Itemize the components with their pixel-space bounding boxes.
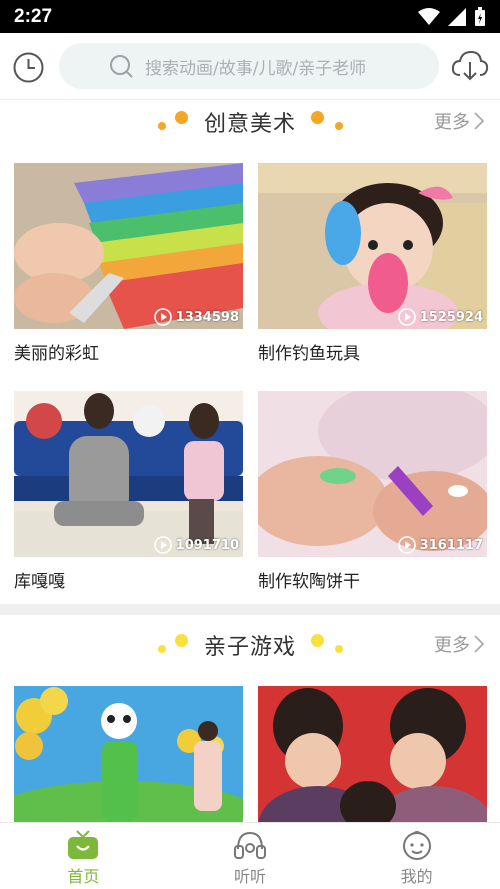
video-thumbnail [14,686,243,822]
more-link[interactable]: 更多 [434,631,484,657]
play-circle-icon [397,308,416,326]
section-header-games: 亲子游戏 更多 [0,623,500,678]
more-link[interactable]: 更多 [434,108,484,134]
tab-label: 首页 [67,867,100,886]
play-count: 1334598 [153,308,239,326]
video-title: 制作软陶饼干 [258,572,360,592]
clock-icon[interactable] [12,51,45,84]
video-card[interactable]: 3161117 制作软陶饼干 [258,391,487,592]
video-thumbnail: 1091710 [14,391,243,557]
chevron-right-icon [474,112,484,130]
play-count: 3161117 [397,536,483,554]
section-title: 创意美术 [203,112,296,137]
status-icons [418,6,486,27]
search-placeholder: 搜索动画/故事/儿歌/亲子老师 [145,58,367,79]
video-title: 库嘎嘎 [14,572,65,592]
status-time: 2:27 [14,5,53,27]
clay-cookie-thumbnail [258,391,487,557]
headphones-icon [234,831,266,859]
tab-listen[interactable]: 听听 [167,823,334,889]
video-card[interactable] [258,686,487,822]
video-card[interactable]: 1525924 制作钓鱼玩具 [258,163,487,364]
decor-dot [311,111,324,124]
play-count: 1091710 [153,536,239,554]
rainbow-paper-thumbnail [14,163,243,329]
parent-child-thumbnail [14,391,243,557]
video-card[interactable]: 1334598 美丽的彩虹 [14,163,243,364]
play-circle-icon [153,308,172,326]
section-header-art: 创意美术 更多 [0,100,500,155]
section-divider [0,604,500,615]
status-bar: 2:27 [0,0,500,33]
tab-label: 听听 [234,867,267,886]
decor-dot [335,122,343,130]
video-title: 美丽的彩虹 [14,344,99,364]
tab-mine[interactable]: 我的 [333,823,500,889]
chevron-right-icon [474,635,484,653]
tab-label: 我的 [400,867,433,886]
signal-icon [448,7,466,26]
fish-toy-thumbnail [258,163,487,329]
video-thumbnail: 1334598 [14,163,243,329]
top-header: 搜索动画/故事/儿歌/亲子老师 [0,33,500,100]
play-count-value: 1525924 [419,309,483,325]
more-label: 更多 [434,112,470,133]
cloud-download-icon[interactable] [451,50,489,82]
battery-icon [475,6,485,26]
search-input[interactable]: 搜索动画/故事/儿歌/亲子老师 [59,43,439,89]
play-circle-icon [153,536,172,554]
video-card[interactable] [14,686,243,822]
wifi-icon [418,7,440,25]
video-thumbnail: 1525924 [258,163,487,329]
video-title: 制作钓鱼玩具 [258,344,360,364]
tab-home[interactable]: 首页 [0,823,167,889]
video-thumbnail [258,686,487,822]
decor-dot [335,645,343,653]
play-count-value: 1334598 [175,309,239,325]
tv-icon [68,830,99,859]
video-card[interactable]: 1091710 库嘎嘎 [14,391,243,592]
more-label: 更多 [434,635,470,656]
panda-stage-thumbnail [14,686,243,822]
play-count: 1525924 [397,308,483,326]
decor-dot [311,634,324,647]
section-title: 亲子游戏 [203,635,296,660]
video-grid [0,686,500,822]
parent-game-thumbnail [258,686,487,822]
video-thumbnail: 3161117 [258,391,487,557]
video-grid: 1334598 美丽的彩虹 1525924 制作钓鱼玩具 1091710 库嘎嘎… [0,163,500,603]
play-circle-icon [397,536,416,554]
play-count-value: 3161117 [419,537,483,553]
play-count-value: 1091710 [175,537,239,553]
bottom-tab-bar: 首页 听听 我的 [0,822,500,889]
search-icon [110,55,133,78]
home-feed[interactable]: 创意美术 更多 1334598 美丽的彩虹 1525924 制作钓鱼玩具 109… [0,100,500,822]
child-face-icon [402,831,431,860]
